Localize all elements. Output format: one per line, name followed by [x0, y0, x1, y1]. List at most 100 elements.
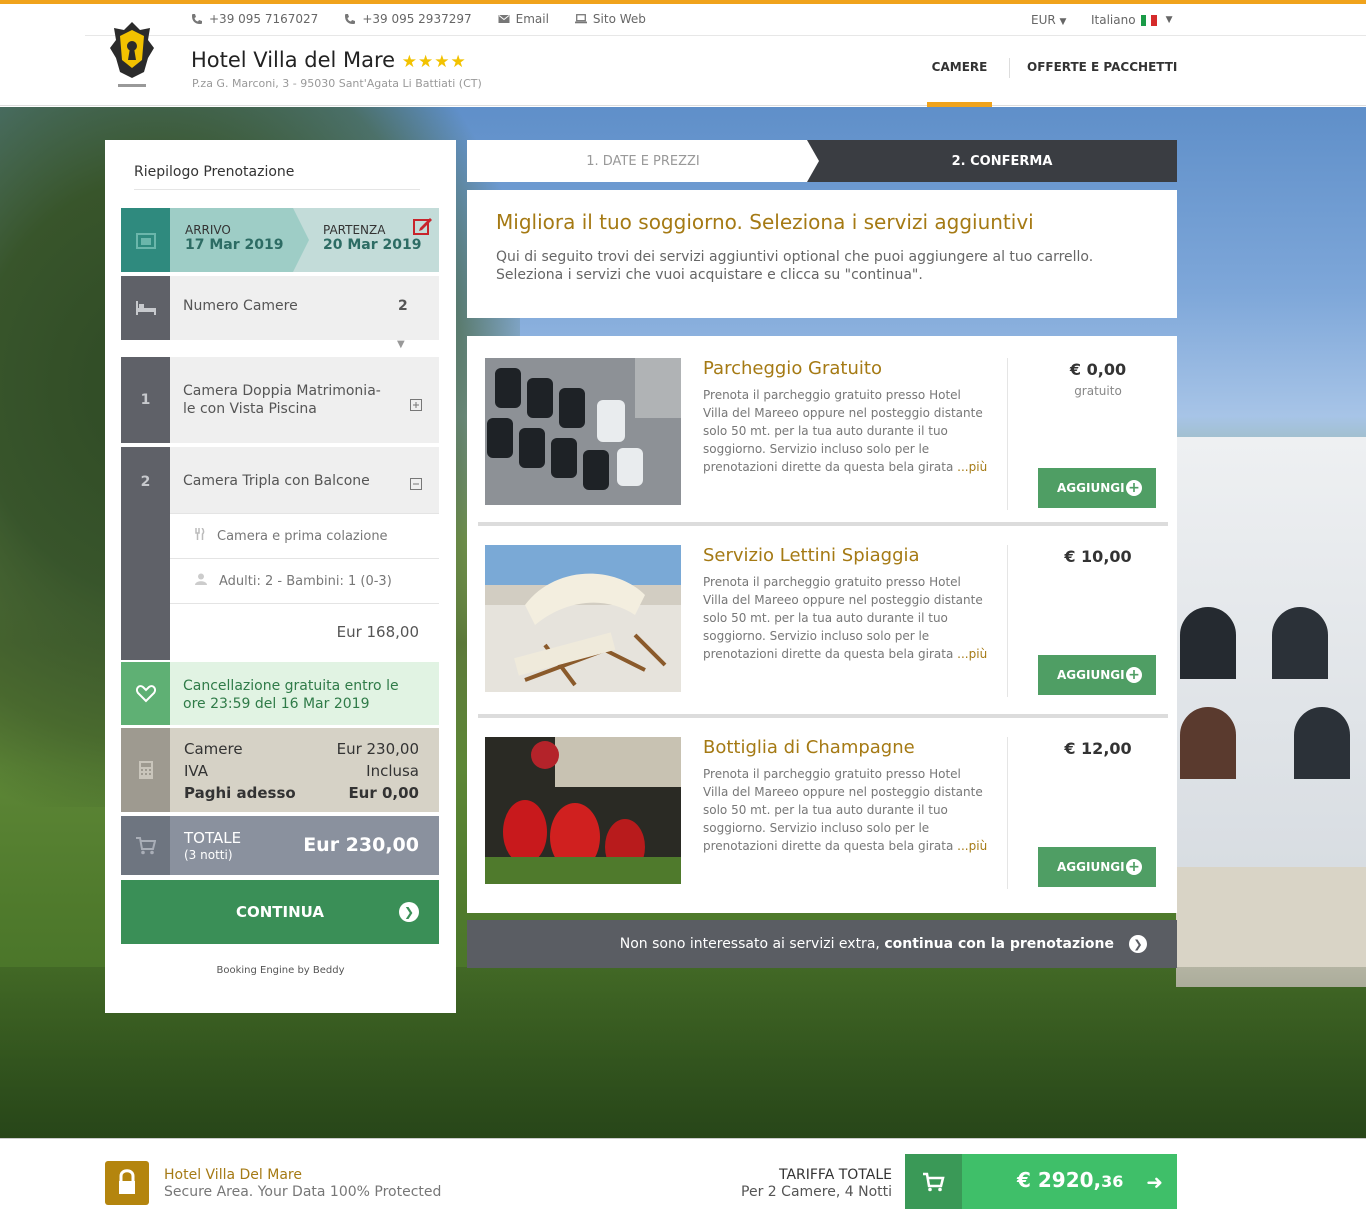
skip-extras-button[interactable]: Non sono interessato ai servizi extra, c… [467, 920, 1177, 968]
total-label: TOTALE [184, 829, 242, 847]
service-separator [478, 522, 1168, 526]
booking-steps: 1. DATE E PREZZI 2. CONFERMA [467, 140, 1177, 182]
totals-row-pay-now: Paghi adesso Eur 0,00 [184, 784, 419, 802]
extras-desc-line1: Qui di seguito trovi dei servizi aggiunt… [496, 249, 1094, 265]
expand-icon[interactable] [410, 396, 422, 415]
cart-icon [121, 816, 170, 875]
chevron-right-icon: ❯ [1129, 935, 1147, 953]
phone2-link[interactable]: +39 095 2937297 [344, 12, 472, 26]
calculator-icon [121, 728, 170, 812]
arched-window [1294, 707, 1350, 779]
header-divider [85, 35, 1366, 36]
checkout-amount: € 2920,36 [1017, 1168, 1124, 1192]
room-2-header[interactable]: Camera Tripla con Balcone [170, 447, 439, 513]
bed-icon [121, 276, 170, 340]
skip-text: Non sono interessato ai servizi extra, [619, 936, 880, 952]
totals-row-vat: IVA Inclusa [184, 762, 419, 780]
parking-photo [485, 358, 681, 505]
more-link[interactable]: ...più [957, 460, 987, 474]
departure-date: 20 Mar 2019 [323, 237, 422, 253]
footer-hotel-name: Hotel Villa Del Mare [164, 1167, 302, 1183]
step-confirm: 2. CONFERMA [807, 140, 1177, 182]
add-service-button[interactable]: AGGIUNGI + [1038, 468, 1156, 508]
arched-window [1180, 607, 1236, 679]
board-text: Camera e prima colazione [217, 528, 388, 544]
service-item: Parcheggio Gratuito Prenota il parcheggi… [485, 358, 1167, 510]
cancellation-text: Cancellazione gratuita entro le ore 23:5… [183, 677, 399, 713]
services-list: Parcheggio Gratuito Prenota il parcheggi… [467, 336, 1177, 913]
service-title: Parcheggio Gratuito [703, 358, 882, 379]
total-nights: (3 notti) [184, 848, 233, 862]
dates-row: ARRIVO 17 Mar 2019 PARTENZA 20 Mar 2019 [121, 208, 439, 272]
shuttered-window [1180, 707, 1236, 779]
room-2-name: Camera Tripla con Balcone [183, 473, 370, 489]
add-service-button[interactable]: AGGIUNGI + [1038, 655, 1156, 695]
rooms-count-row[interactable]: Numero Camere 2 [121, 276, 439, 340]
booking-summary: Riepilogo Prenotazione ARRIVO 17 Mar 201… [105, 140, 456, 1013]
collapse-icon[interactable] [410, 475, 422, 494]
total-fare-detail: Per 2 Camere, 4 Notti [741, 1184, 892, 1200]
cutlery-icon [195, 527, 205, 544]
website-link[interactable]: Sito Web [574, 12, 646, 26]
totals-table: Camere Eur 230,00 IVA Inclusa Paghi adesso… [184, 738, 419, 804]
room-1-number: 1 [121, 357, 170, 443]
hotel-logo[interactable] [104, 16, 160, 94]
arched-window [1272, 607, 1328, 679]
nav-offerte[interactable]: OFFERTE E PACCHETTI [1027, 60, 1177, 78]
free-cancellation-row: Cancellazione gratuita entro le ore 23:5… [121, 662, 439, 725]
rooms-dropdown-caret-icon[interactable]: ▼ [397, 339, 405, 350]
total-fare-label: TARIFFA TOTALE [778, 1167, 892, 1183]
footer-bar: Hotel Villa Del Mare Secure Area. Your D… [0, 1138, 1366, 1225]
language-select[interactable]: Italiano ▼ [1091, 13, 1173, 27]
arrival-label: ARRIVO [185, 223, 231, 237]
phone1-link[interactable]: +39 095 7167027 [191, 12, 318, 26]
summary-title: Riepilogo Prenotazione [134, 164, 295, 180]
summary-divider [134, 189, 420, 190]
price-breakdown: Camere Eur 230,00 IVA Inclusa Paghi adesso… [121, 728, 439, 812]
nav-camere[interactable]: CAMERE [927, 60, 992, 107]
powered-by: Booking Engine by Beddy [216, 965, 345, 976]
room-2-price: Eur 168,00 [170, 603, 439, 660]
cancellation-line1: Cancellazione gratuita entro le [183, 678, 399, 694]
champagne-strawberries-photo [485, 737, 681, 884]
email-link[interactable]: Email [498, 12, 549, 26]
add-service-button[interactable]: AGGIUNGI + [1038, 847, 1156, 887]
header: +39 095 7167027 +39 095 2937297 Email Si… [0, 4, 1366, 107]
currency-select[interactable]: EUR ▼ [1031, 13, 1066, 27]
service-description: Prenota il parcheggio gratuito presso Ho… [703, 767, 988, 853]
guests-text: Adulti: 2 - Bambini: 1 (0-3) [219, 573, 392, 589]
plus-icon: + [1126, 859, 1142, 875]
italy-flag-icon [1140, 14, 1157, 26]
service-separator [478, 714, 1168, 718]
step-dates-prices[interactable]: 1. DATE E PREZZI [467, 140, 819, 182]
room-2-number: 2 [121, 447, 170, 660]
laptop-icon [574, 13, 587, 25]
edit-icon[interactable] [413, 216, 433, 240]
arrival-info: ARRIVO 17 Mar 2019 [185, 223, 283, 253]
envelope-icon [498, 13, 510, 25]
service-title: Servizio Lettini Spiaggia [703, 545, 920, 566]
departure-label: PARTENZA [323, 223, 386, 237]
room-2-row: 2 Camera Tripla con Balcone Camera e pri… [121, 447, 439, 660]
beach-loungers-photo [485, 545, 681, 692]
lock-icon [105, 1161, 149, 1205]
contact-bar: +39 095 7167027 +39 095 2937297 Email Si… [191, 12, 646, 26]
caret-down-icon: ▼ [1165, 15, 1173, 25]
plus-icon: + [1126, 667, 1142, 683]
secure-area-text: Secure Area. Your Data 100% Protected [164, 1184, 442, 1200]
extras-title: Migliora il tuo soggiorno. Seleziona i s… [496, 210, 1034, 234]
hotel-address: P.za G. Marconi, 3 - 95030 Sant'Agata Li… [192, 77, 482, 90]
more-link[interactable]: ...più [957, 647, 987, 661]
extras-intro: Migliora il tuo soggiorno. Seleziona i s… [467, 190, 1177, 318]
villa-building [1176, 437, 1366, 867]
continue-button[interactable]: CONTINUA ❯ [121, 880, 439, 944]
total-value: Eur 230,00 [303, 834, 419, 856]
checkout-button[interactable]: € 2920,36 ➜ [905, 1154, 1177, 1209]
hotel-name: Hotel Villa del Mare ★★★★ [191, 48, 467, 72]
room-1-row[interactable]: 1 Camera Doppia Matrimonia- le con Vista… [121, 357, 439, 443]
calendar-icon [121, 208, 170, 272]
phone-icon [191, 13, 203, 25]
skip-bold-text: continua con la prenotazione [884, 936, 1114, 952]
nav-separator [1009, 58, 1010, 78]
more-link[interactable]: ...più [957, 839, 987, 853]
